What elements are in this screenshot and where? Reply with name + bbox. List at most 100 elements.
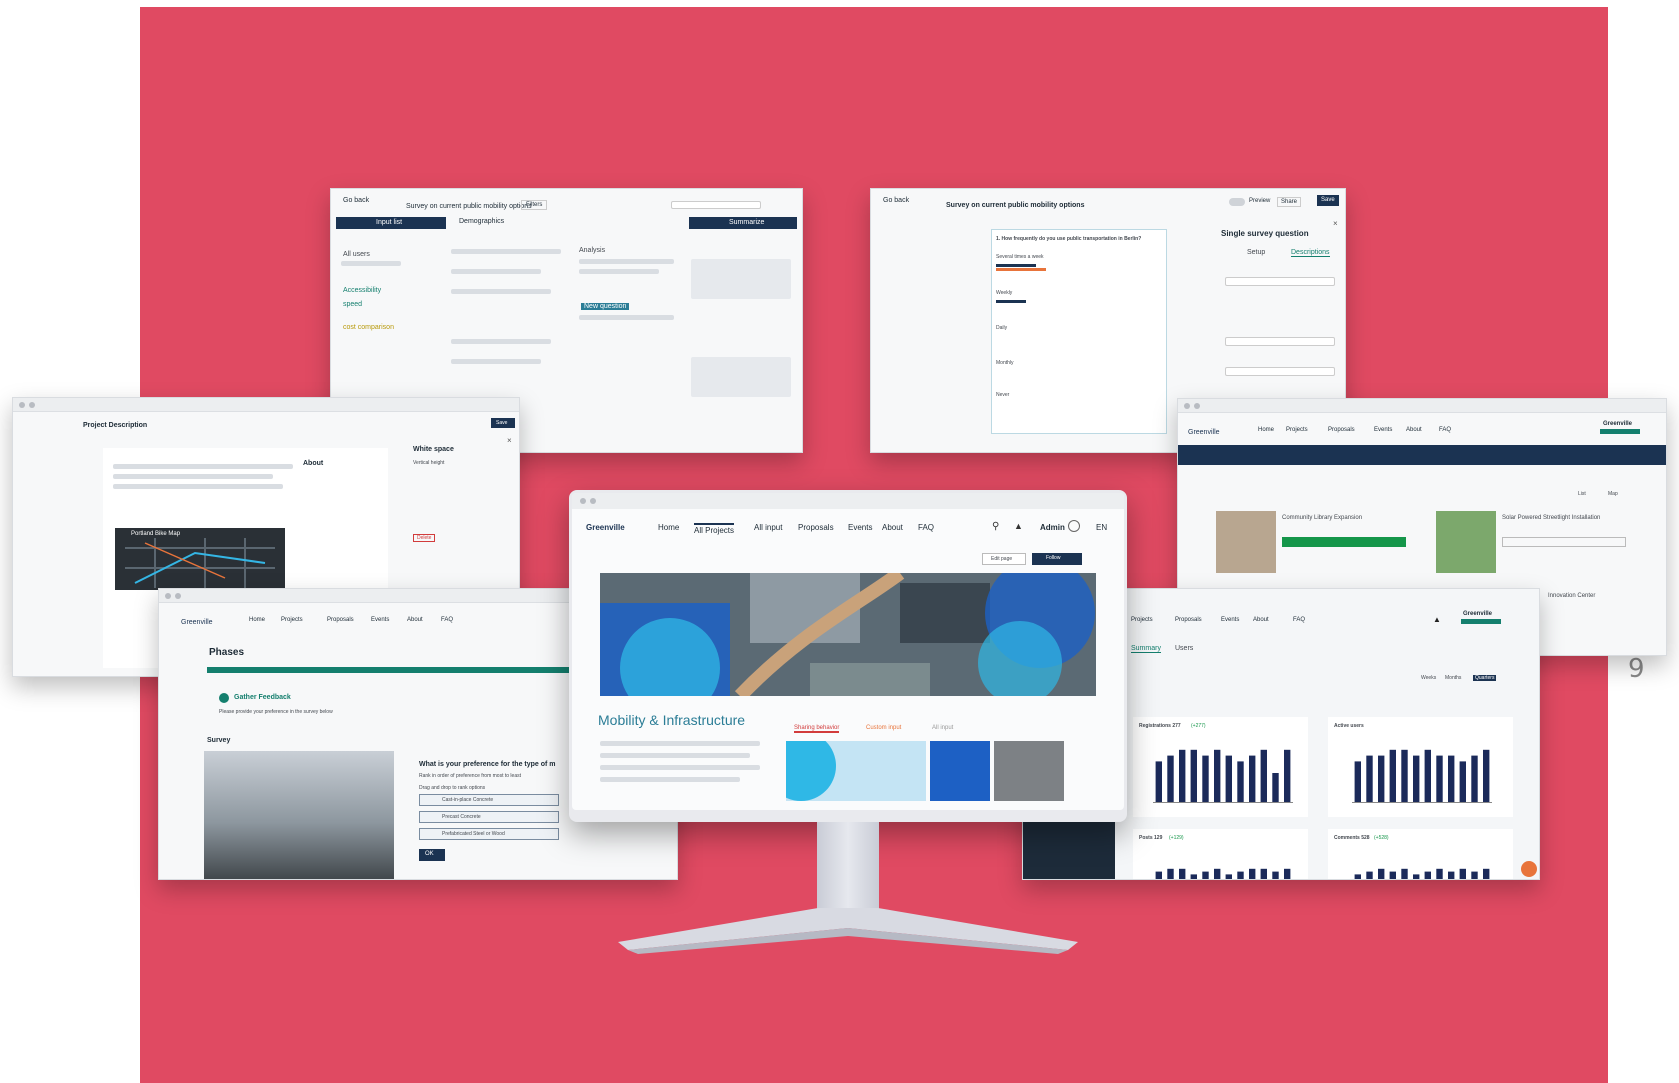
toggle-icon[interactable] bbox=[1229, 198, 1245, 206]
chart-bar bbox=[1190, 874, 1197, 879]
chart-bar bbox=[1366, 755, 1373, 802]
panel-subtitle: Vertical height bbox=[413, 460, 445, 466]
card-image-3 bbox=[994, 741, 1064, 801]
save-button[interactable]: Save bbox=[1317, 195, 1339, 206]
nav-faq[interactable]: FAQ bbox=[1439, 427, 1451, 433]
chat-bubble-icon[interactable] bbox=[1521, 861, 1537, 877]
nav-home[interactable]: Home bbox=[249, 617, 265, 623]
rank-option-1[interactable]: Cast-in-place Concrete bbox=[419, 794, 559, 806]
phase-description: Please provide your preference in the su… bbox=[219, 709, 333, 715]
filters-button[interactable]: Filters bbox=[521, 200, 548, 210]
chart-title: Comments 528 bbox=[1334, 835, 1370, 841]
follow-button[interactable]: Follow bbox=[1032, 553, 1082, 565]
tab-setup[interactable]: Setup bbox=[1247, 249, 1265, 256]
delete-button[interactable]: Delete bbox=[413, 534, 436, 542]
tab-users[interactable]: Users bbox=[1175, 645, 1193, 652]
card-innovation[interactable]: Innovation Center bbox=[1548, 593, 1595, 599]
tab-demographics[interactable]: Demographics bbox=[459, 218, 504, 225]
user-name[interactable]: Admin bbox=[1040, 523, 1065, 532]
nav-events[interactable]: Events bbox=[371, 617, 389, 623]
share-button[interactable]: Share bbox=[1277, 197, 1302, 207]
nav-about[interactable]: About bbox=[407, 617, 423, 623]
nav-home[interactable]: Home bbox=[1258, 427, 1274, 433]
nav-all-input[interactable]: All input bbox=[754, 523, 782, 532]
chart-active-users bbox=[1352, 749, 1492, 803]
chart-bar bbox=[1202, 755, 1209, 802]
save-button[interactable]: Save bbox=[491, 418, 515, 428]
chart-bar bbox=[1448, 871, 1455, 879]
survey-label: Survey bbox=[207, 737, 231, 744]
chart-bar bbox=[1424, 871, 1431, 879]
nav-about[interactable]: About bbox=[882, 523, 903, 532]
nav-projects[interactable]: Projects bbox=[1286, 427, 1308, 433]
search-input[interactable] bbox=[671, 201, 761, 209]
bell-icon[interactable]: ▲ bbox=[1014, 521, 1023, 531]
view-list[interactable]: List bbox=[1578, 491, 1586, 497]
search-icon[interactable]: ⚲ bbox=[992, 521, 999, 532]
chart-bar bbox=[1214, 868, 1221, 879]
view-map[interactable]: Map bbox=[1608, 491, 1618, 497]
nav-proposals[interactable]: Proposals bbox=[1328, 427, 1355, 433]
nav-events[interactable]: Events bbox=[1374, 427, 1392, 433]
back-link[interactable]: Go back bbox=[343, 197, 369, 204]
tab-descriptions[interactable]: Descriptions bbox=[1291, 249, 1330, 257]
chart-bar bbox=[1167, 755, 1174, 802]
nav-about[interactable]: About bbox=[1253, 617, 1269, 623]
user-avatar-icon[interactable] bbox=[1068, 520, 1080, 532]
close-icon[interactable]: × bbox=[507, 436, 512, 445]
nav-proposals[interactable]: Proposals bbox=[327, 617, 354, 623]
chart-bar bbox=[1237, 871, 1244, 879]
tab-input-list[interactable]: Input list bbox=[336, 217, 446, 229]
chart-delta: (+277) bbox=[1191, 723, 1206, 729]
logo[interactable]: Greenville bbox=[586, 523, 625, 532]
back-link[interactable]: Go back bbox=[883, 197, 909, 204]
nav-about[interactable]: About bbox=[1406, 427, 1422, 433]
chart-bar bbox=[1272, 773, 1279, 802]
logo[interactable]: Greenville bbox=[181, 619, 213, 626]
range-months[interactable]: Months bbox=[1445, 675, 1461, 681]
nav-proposals[interactable]: Proposals bbox=[1175, 617, 1202, 623]
tab-summarize[interactable]: Summarize bbox=[689, 217, 797, 229]
preview-toggle[interactable]: Preview bbox=[1249, 198, 1270, 204]
nav-faq[interactable]: FAQ bbox=[441, 617, 453, 623]
chart-bar bbox=[1483, 868, 1490, 879]
tab-summary[interactable]: Summary bbox=[1131, 645, 1161, 653]
nav-faq[interactable]: FAQ bbox=[918, 523, 934, 532]
rank-option-2[interactable]: Precast Concrete bbox=[419, 811, 559, 823]
card-tab-1[interactable]: Sharing behavior bbox=[794, 725, 840, 733]
label-accessibility: Accessibility bbox=[343, 287, 382, 294]
chart-bar bbox=[1448, 755, 1455, 802]
card-library[interactable]: Community Library Expansion bbox=[1216, 511, 1406, 575]
card-tab-2[interactable]: Custom input bbox=[866, 725, 901, 731]
range-weeks[interactable]: Weeks bbox=[1421, 675, 1436, 681]
bike-map[interactable]: Portland Bike Map bbox=[115, 528, 285, 590]
logo[interactable]: Greenville bbox=[1188, 429, 1220, 436]
card-tab-3[interactable]: All input bbox=[932, 725, 953, 731]
nav-events[interactable]: Events bbox=[848, 523, 872, 532]
chart-title: Posts 129 bbox=[1139, 835, 1163, 841]
nav-projects[interactable]: Projects bbox=[281, 617, 303, 623]
option-3: Daily bbox=[996, 325, 1008, 331]
card-solar[interactable]: Solar Powered Streetlight Installation bbox=[1436, 511, 1636, 575]
chart-card-active-users: Active users bbox=[1328, 717, 1513, 817]
edit-page-button[interactable]: Edit page bbox=[982, 553, 1026, 565]
nav-projects[interactable]: Projects bbox=[1131, 617, 1153, 623]
chart-bar bbox=[1413, 755, 1420, 802]
nav-faq[interactable]: FAQ bbox=[1293, 617, 1305, 623]
nav-home[interactable]: Home bbox=[658, 523, 679, 532]
language-switch[interactable]: EN bbox=[1096, 523, 1107, 532]
ok-button[interactable]: OK bbox=[419, 849, 445, 861]
close-icon[interactable]: × bbox=[1333, 219, 1338, 228]
nav-proposals[interactable]: Proposals bbox=[798, 523, 834, 532]
rank-option-3[interactable]: Prefabricated Steel or Wood bbox=[419, 828, 559, 840]
chart-bar bbox=[1284, 868, 1291, 879]
option-4: Monthly bbox=[996, 360, 1014, 366]
range-quarters[interactable]: Quarters bbox=[1473, 675, 1497, 681]
city-badge: Greenville bbox=[1463, 611, 1493, 617]
nav-events[interactable]: Events bbox=[1221, 617, 1239, 623]
question-text: 1. How frequently do you use public tran… bbox=[996, 236, 1142, 242]
section-title: Mobility & Infrastructure bbox=[598, 712, 746, 728]
bell-icon[interactable]: ▲ bbox=[1433, 615, 1441, 624]
label-speed: speed bbox=[343, 301, 363, 308]
nav-all-projects[interactable]: All Projects bbox=[694, 523, 735, 535]
